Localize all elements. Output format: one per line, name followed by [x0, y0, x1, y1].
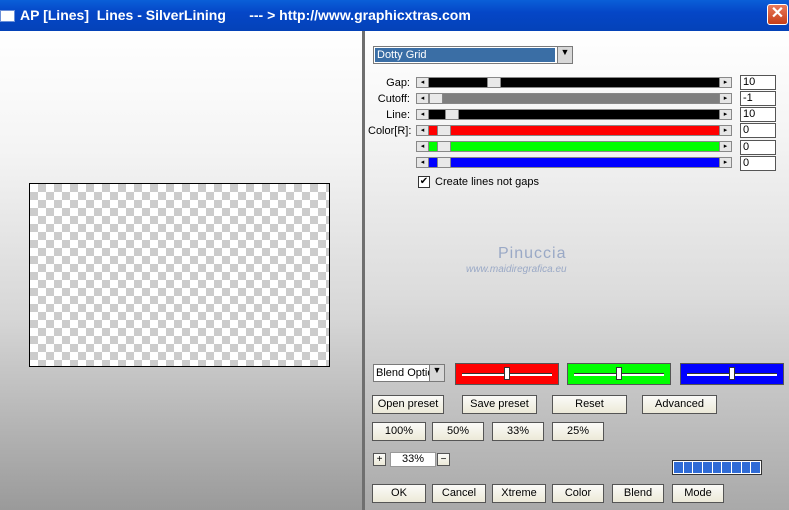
- zoom-minus-button[interactable]: −: [437, 453, 450, 466]
- cutoff-slider[interactable]: ◂ ▸: [416, 93, 732, 104]
- left-arrow-icon[interactable]: ◂: [417, 94, 429, 103]
- save-preset-button[interactable]: Save preset: [462, 395, 537, 414]
- left-arrow-icon[interactable]: ◂: [417, 126, 429, 135]
- cutoff-label: Cutoff:: [377, 93, 410, 105]
- left-arrow-icon[interactable]: ◂: [417, 78, 429, 87]
- green-mini-slider-knob[interactable]: [616, 367, 622, 380]
- xtreme-button[interactable]: Xtreme: [492, 484, 546, 503]
- color-r-slider-thumb[interactable]: [437, 125, 451, 136]
- advanced-button[interactable]: Advanced: [642, 395, 717, 414]
- color-g-value-field[interactable]: 0: [740, 140, 776, 155]
- color-r-slider-fill: [429, 126, 721, 135]
- progress-segment: [683, 462, 693, 473]
- right-arrow-icon[interactable]: ▸: [719, 78, 731, 87]
- window-icon: [0, 10, 15, 22]
- cutoff-value-field[interactable]: -1: [740, 91, 776, 106]
- create-lines-label: Create lines not gaps: [435, 176, 539, 188]
- color-b-slider-thumb[interactable]: [437, 157, 451, 168]
- progress-segment: [722, 462, 732, 473]
- right-arrow-icon[interactable]: ▸: [719, 126, 731, 135]
- chevron-down-icon[interactable]: ▼: [429, 365, 444, 381]
- blend-options-dropdown[interactable]: Blend Optio ▼: [373, 364, 445, 382]
- zoom-value-field[interactable]: 33%: [390, 452, 436, 467]
- gap-value-field[interactable]: 10: [740, 75, 776, 90]
- right-arrow-icon[interactable]: ▸: [719, 142, 731, 151]
- watermark-url: www.maidiregrafica.eu: [466, 264, 567, 275]
- gap-label: Gap:: [386, 77, 410, 89]
- blue-mini-slider-knob[interactable]: [729, 367, 735, 380]
- zoom-25-button[interactable]: 25%: [552, 422, 604, 441]
- color-b-slider-fill: [429, 158, 721, 167]
- line-slider[interactable]: ◂ ▸: [416, 109, 732, 120]
- progress-segment: [693, 462, 703, 473]
- zoom-100-button[interactable]: 100%: [372, 422, 426, 441]
- blend-selected-value: Blend Optio: [376, 367, 434, 379]
- cutoff-slider-thumb[interactable]: [429, 93, 443, 104]
- blue-mini-slider[interactable]: [680, 363, 784, 385]
- color-r-label: Color[R]:: [368, 125, 412, 137]
- color-r-slider[interactable]: ◂ ▸: [416, 125, 732, 136]
- preset-selected-value: Dotty Grid: [375, 48, 555, 62]
- zoom-50-button[interactable]: 50%: [432, 422, 484, 441]
- ok-button[interactable]: OK: [372, 484, 426, 503]
- line-slider-thumb[interactable]: [445, 109, 459, 120]
- green-mini-slider[interactable]: [567, 363, 671, 385]
- gap-slider-fill: [429, 78, 721, 87]
- progress-segment: [674, 462, 683, 473]
- left-arrow-icon[interactable]: ◂: [417, 142, 429, 151]
- blend-button[interactable]: Blend: [612, 484, 664, 503]
- color-button[interactable]: Color: [552, 484, 604, 503]
- gap-slider-thumb[interactable]: [487, 77, 501, 88]
- line-label: Line:: [386, 109, 410, 121]
- gap-slider[interactable]: ◂ ▸: [416, 77, 732, 88]
- chevron-down-icon[interactable]: ▼: [557, 47, 572, 63]
- color-g-slider-fill: [429, 142, 721, 151]
- reset-button[interactable]: Reset: [552, 395, 627, 414]
- color-g-slider[interactable]: ◂ ▸: [416, 141, 732, 152]
- red-mini-slider-knob[interactable]: [504, 367, 510, 380]
- progress-segment: [751, 462, 761, 473]
- zoom-plus-button[interactable]: +: [373, 453, 386, 466]
- progress-segment: [732, 462, 741, 473]
- line-value-field[interactable]: 10: [740, 107, 776, 122]
- progress-segment: [712, 462, 722, 473]
- window-title: AP [Lines] Lines - SilverLining --- > ht…: [20, 7, 471, 23]
- title-bar: AP [Lines] Lines - SilverLining --- > ht…: [0, 0, 789, 31]
- create-lines-checkbox[interactable]: ✔: [418, 176, 430, 188]
- watermark-name: Pinuccia: [498, 245, 567, 262]
- right-arrow-icon[interactable]: ▸: [719, 158, 731, 167]
- mode-button[interactable]: Mode: [672, 484, 724, 503]
- open-preset-button[interactable]: Open preset: [372, 395, 444, 414]
- red-mini-slider[interactable]: [455, 363, 559, 385]
- right-arrow-icon[interactable]: ▸: [719, 110, 731, 119]
- left-arrow-icon[interactable]: ◂: [417, 110, 429, 119]
- left-arrow-icon[interactable]: ◂: [417, 158, 429, 167]
- progress-segment: [741, 462, 751, 473]
- color-b-value-field[interactable]: 0: [740, 156, 776, 171]
- color-b-slider[interactable]: ◂ ▸: [416, 157, 732, 168]
- progress-segment: [703, 462, 712, 473]
- color-r-value-field[interactable]: 0: [740, 123, 776, 138]
- zoom-33-button[interactable]: 33%: [492, 422, 544, 441]
- progress-bar: [672, 460, 762, 475]
- line-slider-fill: [429, 110, 721, 119]
- cancel-button[interactable]: Cancel: [432, 484, 486, 503]
- color-g-slider-thumb[interactable]: [437, 141, 451, 152]
- close-button[interactable]: ✕: [767, 4, 788, 25]
- preview-canvas[interactable]: [29, 183, 330, 367]
- right-arrow-icon[interactable]: ▸: [719, 94, 731, 103]
- preset-dropdown[interactable]: Dotty Grid ▼: [373, 46, 573, 64]
- cutoff-slider-fill: [429, 94, 721, 103]
